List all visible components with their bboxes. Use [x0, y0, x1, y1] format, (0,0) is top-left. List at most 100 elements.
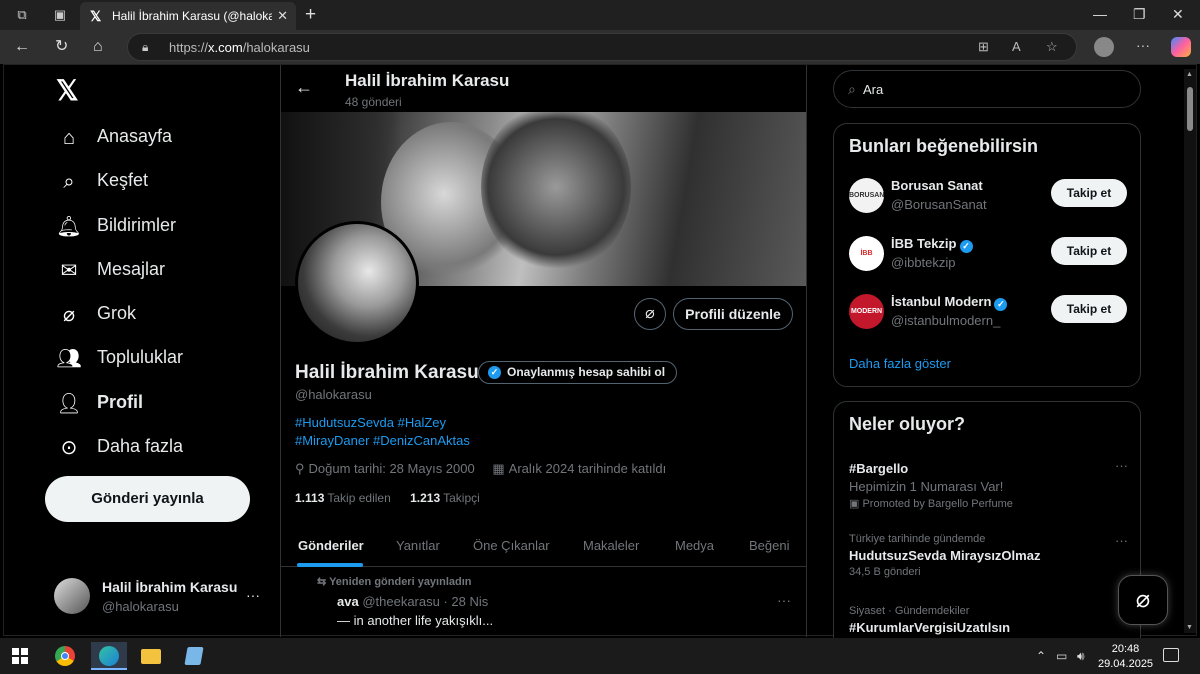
read-aloud-icon[interactable]: A: [1012, 39, 1021, 54]
browser-profile-avatar[interactable]: [1094, 37, 1114, 57]
suggestion-item[interactable]: BORUSAN Borusan Sanat @BorusanSanat Taki…: [849, 176, 1129, 220]
trend-item[interactable]: Türkiye tarihinde gündemde HudutsuzSevda…: [849, 533, 1134, 578]
network-icon[interactable]: ▭: [1056, 649, 1067, 663]
balloon-icon: ⚲: [295, 461, 305, 476]
tweet-more-icon[interactable]: ···: [777, 592, 791, 608]
search-input[interactable]: ⌕ Ara: [833, 70, 1141, 108]
scrollbar[interactable]: ▲ ▼: [1184, 69, 1196, 633]
promoted-icon: ▣: [849, 498, 860, 510]
profile-meta: ⚲ Doğum tarihi: 28 Mayıs 2000 ▦ Aralık 202…: [295, 461, 670, 477]
notepad-taskbar-icon[interactable]: [176, 642, 212, 670]
trend-more-icon[interactable]: ···: [1115, 533, 1128, 548]
browser-tab[interactable]: 𝕏 Halil İbrahim Karasu (@halokarasu) / X…: [80, 2, 296, 30]
tab-likes[interactable]: Beğeni: [749, 538, 789, 553]
file-explorer-taskbar-icon[interactable]: [133, 642, 169, 670]
trends-panel: Neler oluyor? #Bargello Hepimizin 1 Numa…: [833, 401, 1141, 661]
account-switcher[interactable]: Halil İbrahim Karasu @halokarasu ···: [54, 575, 274, 621]
url-text: https://x.com/halokarasu: [169, 40, 310, 55]
grok-profile-icon[interactable]: ⌀: [634, 298, 666, 330]
tab-title: Halil İbrahim Karasu (@halokarasu) / X: [112, 9, 272, 23]
profile-column: ← Halil İbrahim Karasu 48 gönderi ⌀ Prof…: [280, 65, 807, 637]
app-available-icon[interactable]: ⊞: [978, 39, 989, 55]
volume-icon[interactable]: 🔊︎: [1077, 649, 1085, 664]
repost-icon: ⇆: [317, 576, 327, 588]
home-icon: ⌂: [62, 127, 76, 149]
profile-avatar[interactable]: [295, 221, 419, 345]
x-logo-icon[interactable]: 𝕏: [56, 77, 84, 105]
tab-highlights[interactable]: Öne Çıkanlar: [473, 538, 550, 553]
x-page: 𝕏 ⌂ Anasayfa ⌕ Keşfet 🔔︎ Bildirimler ✉ Mesaj…: [3, 64, 1197, 661]
follow-stats: 1.113 Takip edilen 1.213 Takipçi: [295, 491, 480, 505]
close-window-icon[interactable]: ✕: [1172, 6, 1184, 23]
ibb-avatar: İBB: [849, 236, 884, 271]
bio-hashtags-line1[interactable]: #HudutsuzSevda #HalZey: [295, 415, 446, 430]
istanbul-modern-avatar: MODERN: [849, 294, 884, 329]
tab-actions-icon[interactable]: ▣: [52, 7, 68, 23]
active-tab-indicator: [297, 563, 363, 567]
followers-link[interactable]: 1.213 Takipçi: [410, 491, 480, 505]
post-button[interactable]: Gönderi yayınla: [45, 476, 250, 522]
tweet-header: ava @theekarasu · 28 Nis: [337, 594, 488, 609]
borusan-avatar: BORUSAN: [849, 178, 884, 213]
minimize-icon[interactable]: —: [1093, 6, 1107, 22]
verified-badge-icon: ✓: [994, 298, 1008, 311]
tweet-author[interactable]: ava: [337, 594, 359, 609]
trends-title: Neler oluyor?: [849, 414, 966, 434]
back-icon[interactable]: ←: [14, 38, 30, 56]
people-icon: 👥︎: [56, 348, 82, 370]
close-tab-icon[interactable]: ✕: [277, 9, 288, 23]
grok-icon: ⌀: [62, 304, 76, 326]
lock-icon: 🔒︎: [142, 40, 149, 54]
tab-replies[interactable]: Yanıtlar: [396, 538, 440, 553]
settings-more-icon[interactable]: ···: [1136, 37, 1150, 53]
follow-button[interactable]: Takip et: [1051, 237, 1127, 265]
follow-button[interactable]: Takip et: [1051, 179, 1127, 207]
get-verified-button[interactable]: ✓ Onaylanmış hesap sahibi ol: [478, 361, 677, 384]
tab-posts[interactable]: Gönderiler: [298, 538, 364, 553]
back-arrow-icon[interactable]: ←: [295, 77, 313, 98]
profile-handle: @halokarasu: [295, 387, 372, 402]
url-field[interactable]: 🔒︎ https://x.com/halokarasu ⊞ A ☆: [127, 33, 1077, 61]
trend-item[interactable]: Siyaset · Gündemdekiler #KurumlarVergisi…: [849, 605, 1134, 635]
maximize-icon[interactable]: ❐: [1133, 6, 1146, 23]
tweet-text: — in another life yakışıklı...: [337, 613, 494, 628]
follow-button[interactable]: Takip et: [1051, 295, 1127, 323]
workspaces-icon[interactable]: ⧉: [14, 7, 30, 23]
suggestion-item[interactable]: MODERN İstanbul Modern ✓ @istanbulmodern_…: [849, 292, 1129, 336]
repost-indicator: ⇆ Yeniden gönderi yayınladın: [317, 576, 472, 588]
search-icon: ⌕: [63, 171, 75, 193]
favorite-star-icon[interactable]: ☆: [1046, 39, 1058, 55]
trend-item[interactable]: #Bargello Hepimizin 1 Numarası Var! ▣ Pr…: [849, 458, 1134, 510]
edit-profile-button[interactable]: Profili düzenle: [673, 298, 793, 330]
chrome-taskbar-icon[interactable]: [47, 642, 83, 670]
new-tab-icon[interactable]: +: [305, 4, 316, 26]
copilot-icon[interactable]: [1171, 37, 1191, 57]
account-name: Halil İbrahim Karasu: [102, 579, 238, 595]
search-placeholder: Ara: [863, 82, 884, 97]
birthday-text: Doğum tarihi: 28 Mayıs 2000: [308, 461, 475, 476]
taskbar-clock[interactable]: 20:48 29.04.2025: [1098, 642, 1153, 672]
verified-badge-icon: ✓: [959, 240, 973, 253]
refresh-icon[interactable]: ↻: [55, 38, 68, 56]
account-more-icon[interactable]: ···: [246, 587, 260, 603]
edge-taskbar-icon[interactable]: [91, 642, 127, 670]
suggestion-item[interactable]: İBB İBB Tekzip ✓ @ibbtekzip Takip et: [849, 234, 1129, 278]
person-icon: 👤︎: [56, 393, 82, 415]
notification-center-icon[interactable]: [1163, 648, 1179, 662]
search-icon: ⌕: [848, 81, 856, 97]
bell-icon: 🔔︎: [56, 216, 82, 238]
show-hidden-icons-icon[interactable]: ⌃: [1036, 649, 1046, 663]
trend-more-icon[interactable]: ···: [1115, 458, 1128, 473]
calendar-icon: ▦: [492, 461, 505, 476]
following-link[interactable]: 1.113 Takip edilen: [295, 491, 391, 505]
more-circle-icon: ⊙: [60, 437, 78, 459]
bio-hashtags-line2[interactable]: #MirayDaner #DenizCanAktas: [295, 433, 470, 448]
avatar: [54, 578, 90, 614]
windows-start-icon[interactable]: [12, 648, 28, 664]
tab-media[interactable]: Medya: [675, 538, 714, 553]
tab-articles[interactable]: Makaleler: [583, 538, 639, 553]
home-browser-icon[interactable]: ⌂: [93, 38, 103, 56]
show-more-link[interactable]: Daha fazla göster: [849, 356, 951, 371]
grok-floating-button[interactable]: ⌀: [1118, 575, 1168, 625]
post-count: 48 gönderi: [345, 95, 402, 109]
